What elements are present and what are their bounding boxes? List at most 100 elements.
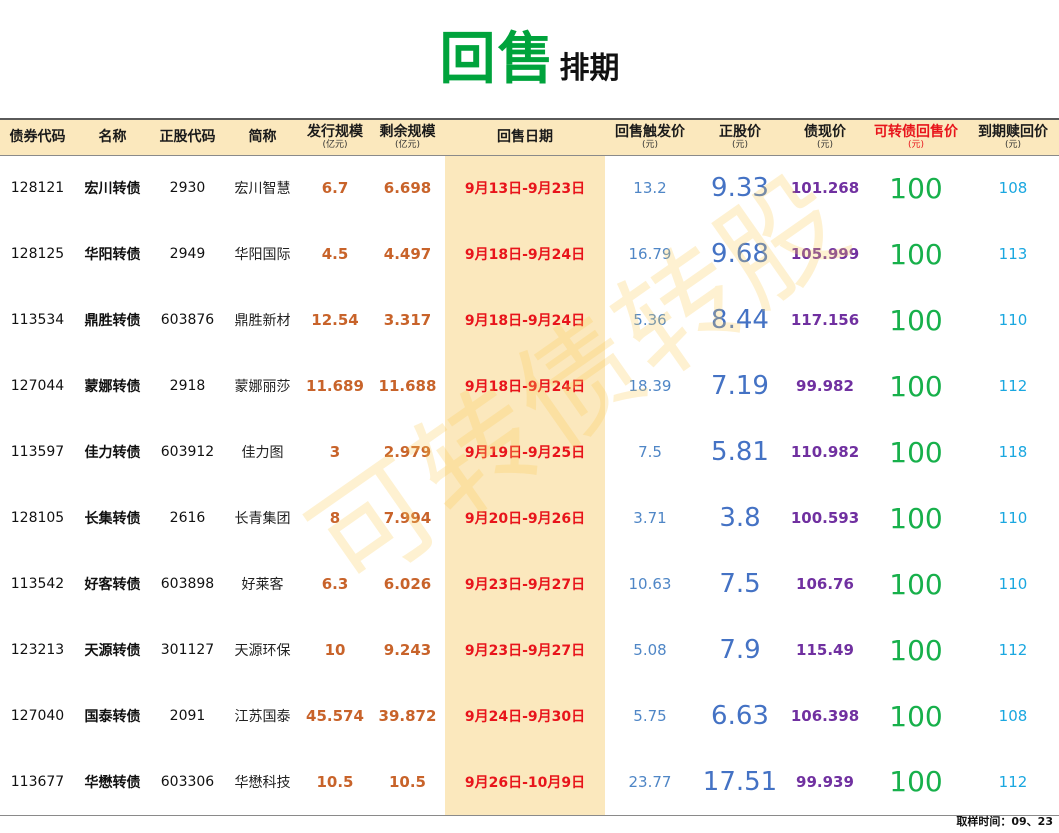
bond-name-cell: 天源转债 — [84, 643, 141, 659]
stock-short-cell: 鼎胜新材 — [234, 313, 291, 329]
header-putback-date: 回售日期 — [445, 118, 605, 156]
stock-code-cell: 603306 — [150, 749, 225, 816]
maturity-price-cell: 110 — [998, 509, 1028, 527]
header-stock-code: 正股代码 — [150, 118, 225, 156]
header-putback-price: 可转债回售价 (元) — [865, 118, 967, 156]
bond-name-cell: 好客转债 — [84, 577, 141, 593]
stock-short-cell: 宏川智慧 — [234, 181, 291, 198]
trigger-price-cell: 13.2 — [633, 179, 667, 198]
stock-price-cell: 8.44 — [711, 305, 769, 335]
maturity-price-cell: 118 — [998, 443, 1028, 461]
trigger-price-cell: 5.75 — [633, 707, 667, 725]
table-row: 128121 宏川转债 2930 宏川智慧 6.7 6.698 9月13日-9月23日 13.… — [0, 155, 1059, 221]
stock-price-cell: 17.51 — [695, 749, 785, 816]
bond-price-cell: 106.76 — [796, 575, 854, 593]
remain-size-cell: 7.994 — [383, 509, 432, 527]
putback-date-cell: 9月26日-10月9日 — [445, 749, 605, 816]
issue-size-cell: 10.5 — [300, 749, 370, 816]
remain-size-cell: 9.243 — [383, 641, 432, 659]
trigger-price-cell: 7.5 — [638, 443, 662, 461]
stock-price-cell: 3.8 — [719, 503, 761, 533]
putback-price-cell: 100 — [889, 369, 943, 403]
issue-size-cell: 4.5 — [321, 245, 349, 263]
remain-size-cell: 6.026 — [383, 575, 432, 593]
bond-code-cell: 128105 — [10, 510, 65, 526]
putback-price-cell: 100 — [889, 171, 943, 205]
stock-price-cell: 7.9 — [719, 635, 761, 665]
maturity-price-cell: 112 — [998, 377, 1028, 395]
bond-code-cell: 113542 — [10, 576, 65, 592]
header-name: 名称 — [75, 118, 150, 156]
stock-code-cell: 2616 — [169, 510, 206, 526]
stock-short-cell: 佳力图 — [241, 445, 284, 461]
issue-size-cell: 11.689 — [306, 377, 364, 395]
trigger-price-cell: 18.39 — [628, 377, 672, 395]
table-row: 113534 鼎胜转债 603876 鼎胜新材 12.54 3.317 9月18日-9月24… — [0, 287, 1059, 353]
issue-size-cell: 12.54 — [311, 311, 359, 329]
bond-name-cell: 蒙娜转债 — [84, 379, 141, 395]
remain-size-cell: 11.688 — [378, 377, 437, 395]
stock-code-cell: 2949 — [169, 246, 206, 262]
stock-code-cell: 603912 — [160, 444, 215, 460]
stock-price-cell: 7.5 — [719, 569, 761, 599]
page-title: 回售 排期 — [0, 14, 1059, 95]
maturity-price-cell: 110 — [998, 311, 1028, 329]
stock-price-cell: 6.63 — [711, 701, 769, 731]
title-main: 回售 — [439, 26, 556, 92]
header-trigger-price: 回售触发价 (元) — [605, 118, 695, 156]
remain-size-cell: 6.698 — [383, 179, 432, 198]
putback-date-cell: 9月18日-9月24日 — [445, 221, 605, 287]
bond-code-cell: 128121 — [10, 180, 65, 197]
maturity-price-cell: 110 — [998, 575, 1028, 593]
stock-price-cell: 7.19 — [711, 371, 769, 401]
issue-size-cell: 3 — [329, 443, 341, 461]
bond-code-cell: 113534 — [10, 312, 65, 328]
stock-short-cell: 蒙娜丽莎 — [234, 379, 291, 395]
maturity-price-cell: 113 — [998, 245, 1028, 263]
header-bond-price: 债现价 (元) — [785, 118, 865, 156]
putback-price-cell: 100 — [889, 501, 943, 535]
issue-size-cell: 10 — [324, 641, 346, 659]
bond-code-cell: 127044 — [10, 378, 65, 394]
bond-name-cell: 国泰转债 — [84, 709, 141, 725]
stock-code-cell: 2930 — [169, 180, 206, 197]
trigger-price-cell: 5.08 — [633, 641, 667, 659]
putback-date-cell: 9月20日-9月26日 — [445, 485, 605, 551]
stock-short-cell: 华阳国际 — [234, 247, 291, 263]
putback-price-cell: 100 — [889, 567, 943, 601]
bond-name-cell: 鼎胜转债 — [84, 313, 141, 329]
table-row: 123213 天源转债 301127 天源环保 10 9.243 9月23日-9月27日 5.… — [0, 617, 1059, 683]
remain-size-cell: 3.317 — [383, 311, 432, 329]
putback-schedule-table: 债券代码 名称 正股代码 简称 发行规模 (亿元) 剩余规模 (亿元) 回售日期 回… — [0, 118, 1059, 816]
putback-date-cell: 9月24日-9月30日 — [445, 683, 605, 749]
bond-price-cell: 115.49 — [796, 641, 854, 659]
header-stock-price: 正股价 (元) — [695, 118, 785, 156]
putback-price-cell: 100 — [865, 749, 967, 816]
bond-price-cell: 106.398 — [790, 707, 860, 725]
table-row: 113542 好客转债 603898 好莱客 6.3 6.026 9月23日-9月27日 10… — [0, 551, 1059, 617]
stock-price-cell: 5.81 — [711, 437, 769, 467]
putback-price-cell: 100 — [889, 633, 943, 667]
bond-code-cell: 127040 — [10, 708, 65, 724]
putback-date-cell: 9月19日-9月25日 — [445, 419, 605, 485]
title-sub: 排期 — [559, 51, 620, 86]
bond-price-cell: 110.982 — [790, 443, 860, 461]
bond-price-cell: 101.268 — [790, 179, 860, 198]
trigger-price-cell: 3.71 — [633, 509, 667, 527]
bond-code-cell: 128125 — [10, 246, 65, 262]
table-row: 128105 长集转债 2616 长青集团 8 7.994 9月20日-9月26日 3.71 3… — [0, 485, 1059, 551]
remain-size-cell: 10.5 — [370, 749, 445, 816]
stock-short-cell: 江苏国泰 — [234, 709, 291, 725]
remain-size-cell: 4.497 — [383, 245, 432, 263]
putback-date-cell: 9月23日-9月27日 — [445, 617, 605, 683]
bond-code-cell: 113597 — [10, 444, 65, 460]
stock-short-cell: 好莱客 — [241, 577, 284, 593]
trigger-price-cell: 5.36 — [633, 311, 667, 329]
putback-date-cell: 9月13日-9月23日 — [445, 155, 605, 221]
putback-date-cell: 9月23日-9月27日 — [445, 551, 605, 617]
stock-short-cell: 长青集团 — [234, 511, 291, 527]
bond-price-cell: 99.982 — [796, 377, 854, 395]
trigger-price-cell: 16.79 — [628, 245, 672, 263]
header-maturity-price: 到期赎回价 (元) — [967, 118, 1059, 156]
remain-size-cell: 39.872 — [378, 707, 437, 725]
